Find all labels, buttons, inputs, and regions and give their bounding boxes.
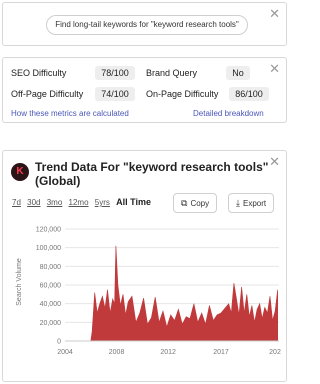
export-button[interactable]: ⤓ Export: [228, 193, 275, 213]
range-5yrs[interactable]: 5yrs: [95, 198, 110, 207]
onpage-difficulty-label: On-Page Difficulty: [146, 89, 219, 99]
y-tick-label: 60,000: [40, 283, 62, 290]
x-tick-label: 2017: [213, 349, 229, 356]
range-3mo[interactable]: 3mo: [47, 198, 63, 207]
trend-chart: Search Volume 0 20,000 40,000 60,000 80,000 1…: [16, 227, 281, 357]
keywords-everywhere-logo: K: [11, 163, 29, 181]
x-tick-label: 2004: [57, 349, 73, 356]
metrics-explanation-link[interactable]: How these metrics are calculated: [11, 109, 129, 118]
x-tick-label: 202: [269, 349, 281, 356]
y-tick-label: 100,000: [36, 245, 61, 252]
close-icon[interactable]: ✕: [269, 155, 280, 168]
trend-panel: ✕ K Trend Data For "keyword research too…: [2, 150, 287, 382]
y-tick-label: 120,000: [36, 227, 61, 234]
search-volume-series: [65, 245, 278, 342]
offpage-difficulty-value: 74/100: [95, 87, 135, 101]
offpage-difficulty-label: Off-Page Difficulty: [11, 89, 84, 99]
detailed-breakdown-link[interactable]: Detailed breakdown: [193, 109, 264, 118]
time-range-selector: 7d 30d 3mo 12mo 5yrs All Time: [12, 197, 155, 207]
range-all-time[interactable]: All Time: [116, 197, 151, 207]
y-axis-title: Search Volume: [16, 258, 23, 306]
seo-difficulty-label: SEO Difficulty: [11, 68, 67, 78]
x-tick-label: 2008: [109, 349, 125, 356]
suggestion-panel: Find long-tail keywords for "keyword res…: [2, 2, 287, 46]
y-tick-label: 40,000: [40, 301, 62, 308]
range-12mo[interactable]: 12mo: [69, 198, 89, 207]
brand-query-value: No: [226, 66, 250, 80]
trend-title: Trend Data For "keyword research tools" …: [35, 160, 269, 188]
copy-button[interactable]: ⧉ Copy: [173, 193, 218, 213]
copy-button-label: Copy: [190, 199, 210, 208]
export-button-label: Export: [242, 199, 267, 208]
close-icon[interactable]: ✕: [269, 7, 280, 20]
range-7d[interactable]: 7d: [12, 198, 21, 207]
y-tick-label: 20,000: [40, 320, 62, 327]
y-tick-label: 0: [57, 339, 61, 346]
metrics-panel: ✕ SEO Difficulty 78/100 Brand Query No O…: [2, 57, 287, 123]
y-tick-label: 80,000: [40, 264, 62, 271]
copy-icon: ⧉: [181, 198, 188, 208]
x-tick-label: 2012: [160, 349, 176, 356]
seo-difficulty-value: 78/100: [95, 66, 135, 80]
range-30d[interactable]: 30d: [27, 198, 40, 207]
onpage-difficulty-value: 86/100: [229, 87, 269, 101]
close-icon[interactable]: ✕: [269, 62, 280, 75]
download-icon: ⤓: [236, 198, 240, 208]
brand-query-label: Brand Query: [146, 68, 198, 78]
longtail-suggestion-button[interactable]: Find long-tail keywords for "keyword res…: [46, 15, 248, 35]
